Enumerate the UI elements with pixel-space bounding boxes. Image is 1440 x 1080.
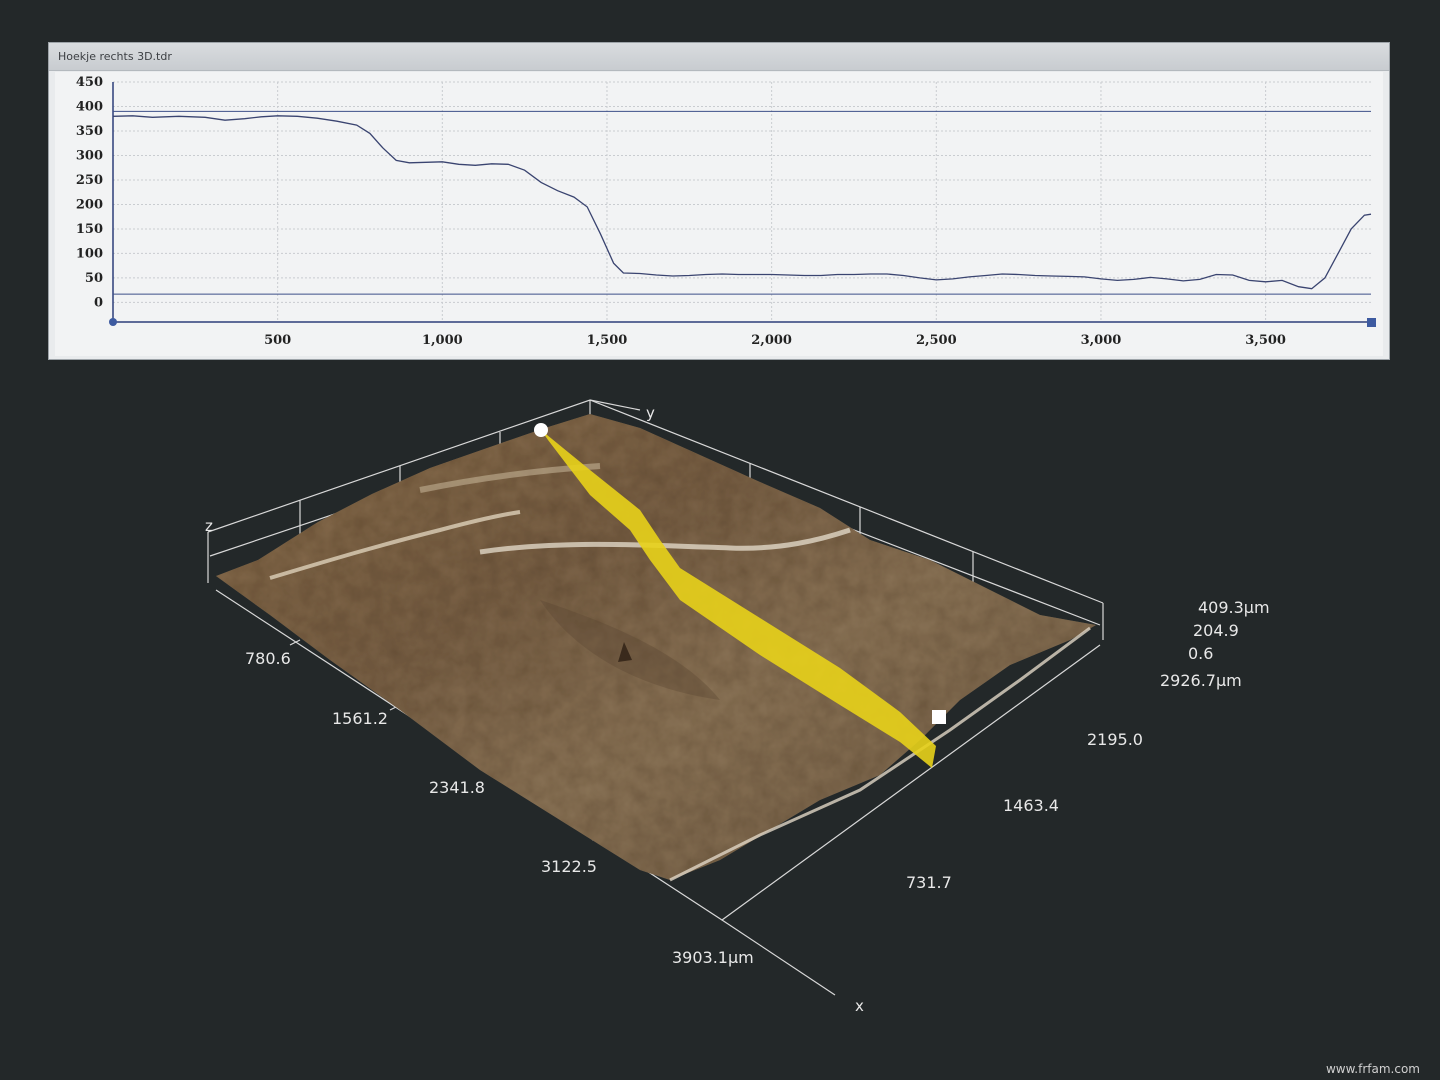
x-tick-label: 780.6 (245, 649, 291, 668)
title-bar[interactable]: Hoekje rechts 3D.tdr (49, 43, 1389, 71)
y-tick-label: 100 (76, 246, 103, 261)
profile-plot-area[interactable]: 0 50 100 150 200 250 300 350 400 450 500 1,000 1,500… (55, 72, 1383, 356)
y-tick-label: 50 (85, 271, 103, 286)
y-tick-label: 2195.0 (1087, 730, 1143, 749)
y-tick-label: 2926.7µm (1160, 671, 1242, 690)
y-tick-label: 0 (94, 295, 103, 310)
x-tick-label: 500 (264, 333, 291, 348)
profile-chart[interactable]: 0 50 100 150 200 250 300 350 400 450 500 1,000 1,500… (55, 72, 1383, 356)
profile-start-handle[interactable] (534, 423, 548, 437)
x-tick-label: 1,000 (422, 333, 463, 348)
z-tick-label: 204.9 (1193, 621, 1239, 640)
z-tick-label: 0.6 (1188, 644, 1213, 663)
surface-3d-view[interactable]: z y x 780.6 1561.2 2341.8 3122.5 3903.1µ… (0, 370, 1440, 1080)
y-tick-label: 150 (76, 222, 103, 237)
x-tick-label: 2341.8 (429, 778, 485, 797)
profile-end-handle[interactable] (932, 710, 946, 724)
axis-letter-y: y (646, 404, 655, 422)
x-tick-label: 1,500 (587, 333, 628, 348)
axis-letter-z: z (205, 517, 213, 535)
profile-series-line (112, 115, 1372, 290)
x-tick-label: 3,500 (1245, 333, 1286, 348)
y-tick-label: 1463.4 (1003, 796, 1059, 815)
x-tick-label: 2,500 (916, 333, 957, 348)
z-tick-label: 409.3µm (1198, 598, 1270, 617)
x-tick-label: 1561.2 (332, 709, 388, 728)
y-tick-label: 350 (76, 124, 103, 139)
y-tick-label: 250 (76, 173, 103, 188)
x-tick-label: 3122.5 (541, 857, 597, 876)
x-tick-label: 2,000 (751, 333, 792, 348)
axis-letter-x: x (855, 997, 864, 1015)
y-tick-label: 400 (76, 99, 103, 114)
y-tick-label: 450 (76, 75, 103, 90)
axis-end-handle[interactable] (1367, 318, 1376, 327)
profile-window: Hoekje rechts 3D.tdr 0 50 100 150 200 250 300 3… (48, 42, 1390, 360)
x-tick-label: 3903.1µm (672, 948, 754, 967)
window-title: Hoekje rechts 3D.tdr (58, 50, 172, 63)
y-tick-label: 200 (76, 197, 103, 212)
y-tick-label: 731.7 (906, 873, 952, 892)
y-tick-label: 300 (76, 148, 103, 163)
x-tick-label: 3,000 (1081, 333, 1122, 348)
axis-start-handle[interactable] (109, 318, 117, 326)
watermark: www.frfam.com (1325, 1062, 1420, 1076)
